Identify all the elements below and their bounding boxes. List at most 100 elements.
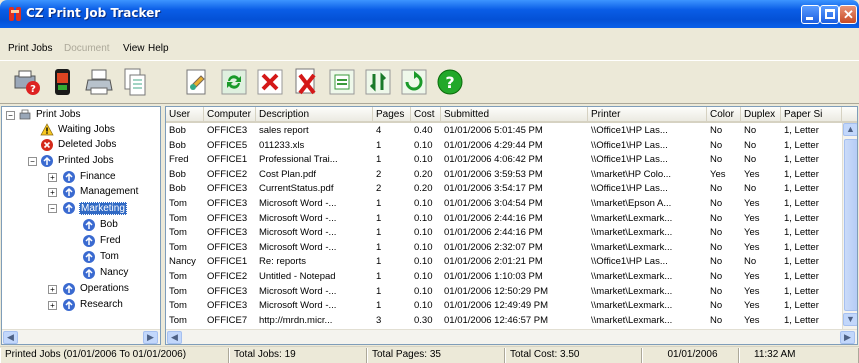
column-header-submitted[interactable]: Submitted [441,107,588,123]
cell-submitted: 01/01/2006 3:59:53 PM [444,168,543,180]
tree-label: Tom [100,251,119,262]
cell-duplex: No [744,256,757,268]
table-row[interactable]: Bob OFFICE5 011233.xls 1 0.10 01/01/2006 4:29… [166,139,857,151]
table-row[interactable]: Tom OFFICE3 Microsoft Word -... 1 0.10 01/01/… [166,212,857,224]
cell-color: Yes [710,168,726,180]
printed-jobs-icon [41,155,53,167]
menu-help[interactable]: Help [148,43,169,54]
cell-printer: \\market\Lexmark... [591,212,673,224]
expand-operations-expander[interactable]: + [48,285,57,294]
svg-text:?: ? [445,73,454,92]
help-icon: ? [437,69,463,95]
cell-paper-size: 1, Letter [784,314,819,326]
table-row[interactable]: Tom OFFICE3 Microsoft Word -... 1 0.10 01/01/… [166,227,857,239]
cell-color: No [710,183,723,195]
cell-submitted: 01/01/2006 12:46:57 PM [444,314,549,326]
cell-printer: \\market\Lexmark... [591,271,673,282]
cell-cost: 0.20 [414,168,433,180]
cell-cost: 0.40 [414,125,433,136]
scroll-up-icon[interactable]: ▲ [843,123,857,136]
column-header-cost[interactable]: Cost [411,107,441,123]
table-row[interactable]: Bob OFFICE2 Cost Plan.pdf 2 0.20 01/01/2006 3… [166,168,857,180]
help-button[interactable]: ? [433,65,465,97]
column-header-printer[interactable]: Printer [588,107,707,123]
maximize-button[interactable] [820,5,839,24]
scroll-down-icon[interactable]: ▼ [843,313,857,326]
refresh-button[interactable] [217,65,249,97]
scroll-left-icon[interactable]: ◀ [3,331,18,344]
collapse-root-expander[interactable]: − [6,111,15,120]
delete-button[interactable] [253,65,285,97]
tree-label: Bob [100,219,118,230]
table-row[interactable]: Tom OFFICE2 Untitled - Notepad 1 0.10 01/01/2… [166,271,857,282]
cell-description: Professional Trai... [259,154,338,166]
cell-printer: \\Office1\HP Las... [591,183,668,195]
cell-computer: OFFICE1 [207,154,248,166]
table-row[interactable]: Bob OFFICE3 sales report 4 0.40 01/01/2006 5:… [166,125,857,136]
column-header-color[interactable]: Color [707,107,741,123]
cell-printer: \\market\HP Colo... [591,168,672,180]
collapse-marketing-expander[interactable]: − [48,204,57,213]
cell-cost: 0.10 [414,212,433,224]
job-tree[interactable]: − Print Jobs Waiting Jobs Deleted Jobs −… [1,106,161,345]
tree-horizontal-scrollbar[interactable]: ◀ ▶ [2,329,160,344]
scroll-right-icon[interactable]: ▶ [143,331,158,344]
cell-cost: 0.10 [414,198,433,209]
menu-view[interactable]: View [123,43,145,54]
table-row[interactable]: Bob OFFICE3 CurrentStatus.pdf 2 0.20 01/01/20… [166,183,857,195]
cell-description: Microsoft Word -... [259,227,337,239]
scroll-right-icon[interactable]: ▶ [840,331,855,344]
export-button[interactable] [325,65,357,97]
column-header-paper-size[interactable]: Paper Si [781,107,842,123]
cell-cost: 0.10 [414,139,433,151]
device-icon [55,69,70,95]
printer-button[interactable] [83,65,115,97]
printer-help-button[interactable]: ? [10,65,42,97]
print-jobs-table[interactable]: User Computer Description Pages Cost Sub… [165,106,858,345]
column-header-computer[interactable]: Computer [204,107,256,123]
cell-computer: OFFICE5 [207,139,248,151]
cell-submitted: 01/01/2006 4:06:42 PM [444,154,543,166]
cell-pages: 1 [376,212,382,224]
table-row[interactable]: Tom OFFICE3 Microsoft Word -... 1 0.10 01/01/… [166,242,857,253]
table-horizontal-scrollbar[interactable]: ◀ ▶ [166,329,857,344]
cell-printer: \\market\Epson A... [591,198,672,209]
expand-management-expander[interactable]: + [48,188,57,197]
minimize-button[interactable] [801,5,820,24]
edit-document-button[interactable] [180,65,212,97]
menu-print-jobs[interactable]: Print Jobs [8,43,52,54]
table-row[interactable]: Tom OFFICE3 Microsoft Word -... 1 0.10 01/01/… [166,286,857,297]
cell-computer: OFFICE1 [207,256,248,268]
close-button[interactable]: ✕ [839,5,857,24]
title-bar[interactable]: CZ Print Job Tracker ✕ [0,0,859,28]
table-row[interactable]: Fred OFFICE1 Professional Trai... 1 0.10 01/0… [166,154,857,166]
column-header-description[interactable]: Description [256,107,373,123]
delete-document-button[interactable] [289,65,321,97]
column-header-pages[interactable]: Pages [373,107,411,123]
cell-description: Microsoft Word -... [259,212,337,224]
cell-computer: OFFICE3 [207,227,248,239]
expand-research-expander[interactable]: + [48,301,57,310]
device-button[interactable] [46,65,78,97]
scroll-left-icon[interactable]: ◀ [167,331,182,344]
column-header-duplex[interactable]: Duplex [741,107,781,123]
table-vertical-scrollbar[interactable]: ▲ ▼ [842,123,857,329]
table-row[interactable]: Tom OFFICE3 Microsoft Word -... 1 0.10 01/01/… [166,300,857,312]
scroll-thumb[interactable] [844,139,857,311]
status-date: 01/01/2006 [642,348,739,363]
collapse-printed-expander[interactable]: − [28,157,37,166]
copy-document-button[interactable] [118,65,150,97]
table-row[interactable]: Tom OFFICE3 Microsoft Word -... 1 0.10 01/01/… [166,198,857,209]
cell-color: No [710,198,723,209]
cell-duplex: Yes [744,198,760,209]
check-button[interactable] [397,65,429,97]
copy-document-icon [124,68,146,96]
column-header-user[interactable]: User [166,107,204,123]
table-row[interactable]: Nancy OFFICE1 Re: reports 1 0.10 01/01/2006 2… [166,256,857,268]
expand-finance-expander[interactable]: + [48,173,57,182]
cell-duplex: Yes [744,168,760,180]
cell-pages: 1 [376,300,382,312]
svg-text:?: ? [30,84,36,95]
sort-button[interactable] [361,65,393,97]
table-row[interactable]: Tom OFFICE7 http://mrdn.micr... 3 0.30 01/01/… [166,314,857,326]
